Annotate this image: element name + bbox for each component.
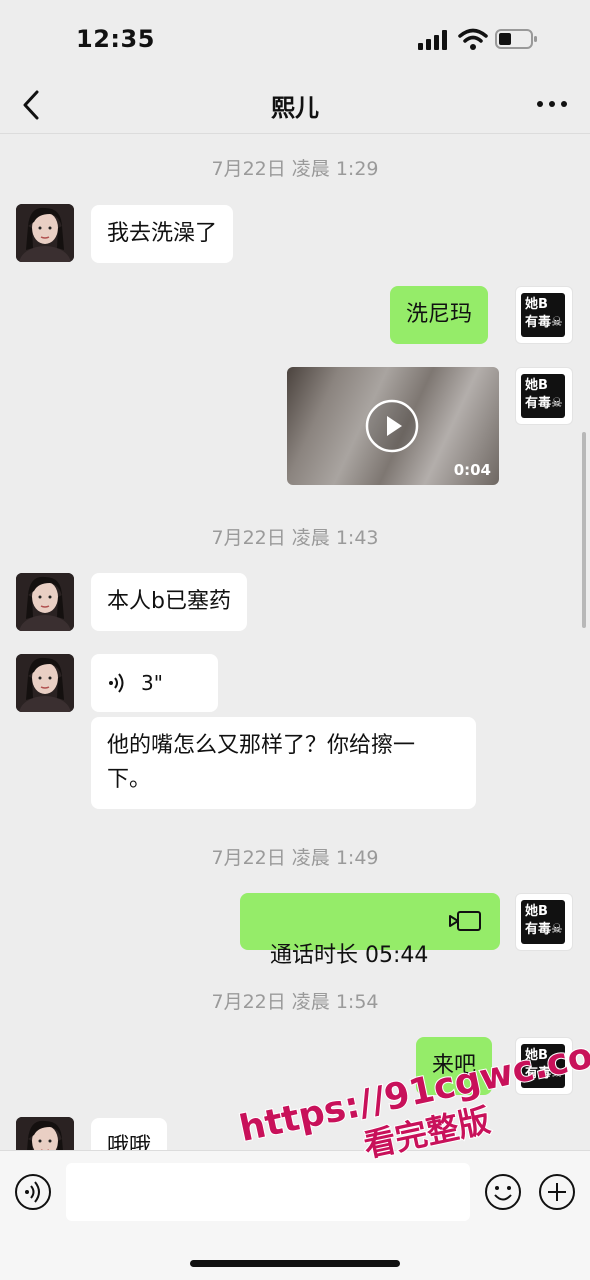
contact-avatar[interactable] <box>16 654 74 712</box>
status-time: 12:35 <box>76 25 155 53</box>
call-record[interactable]: 通话时长 05:44 <box>240 893 500 968</box>
home-indicator <box>190 1260 400 1267</box>
self-avatar[interactable]: 她B 有毒☠ <box>515 893 573 951</box>
self-avatar[interactable]: 她B 有毒☠ <box>515 367 573 425</box>
message-bubble-received[interactable]: 我去洗澡了 <box>91 205 234 263</box>
voice-message[interactable]: 3" <box>91 654 218 712</box>
status-bar: 12:35 <box>0 0 590 76</box>
more-icon[interactable] <box>534 90 570 118</box>
voice-input-icon[interactable] <box>14 1173 52 1211</box>
timestamp: 7月22日 凌晨 1:43 <box>211 527 379 549</box>
chat-header: 熙儿 <box>0 76 590 134</box>
play-icon[interactable] <box>365 399 419 453</box>
timestamp: 7月22日 凌晨 1:29 <box>211 158 379 180</box>
video-call-icon <box>449 911 481 931</box>
call-duration: 通话时长 05:44 <box>270 943 429 968</box>
battery-icon <box>495 29 537 49</box>
self-avatar[interactable]: 她B 有毒☠ <box>515 286 573 344</box>
timestamp: 7月22日 凌晨 1:49 <box>211 847 379 869</box>
timestamp: 7月22日 凌晨 1:54 <box>211 991 379 1013</box>
voice-length: 3" <box>141 671 163 695</box>
message-bubble-received[interactable]: 本人b已塞药 <box>91 573 247 631</box>
message-bubble-received[interactable]: 他的嘴怎么又那样了？你给擦一 下。 <box>91 717 476 809</box>
plus-icon[interactable] <box>538 1173 576 1211</box>
message-bubble-sent[interactable]: 洗尼玛 <box>390 286 489 344</box>
contact-avatar[interactable] <box>16 573 74 631</box>
contact-avatar[interactable] <box>16 204 74 262</box>
chat-title: 熙儿 <box>271 94 319 122</box>
scrollbar[interactable] <box>582 432 586 628</box>
emoji-icon[interactable] <box>484 1173 522 1211</box>
signal-icon <box>418 30 447 50</box>
video-message[interactable]: 0:04 <box>287 367 499 485</box>
voice-wave-icon <box>109 673 124 693</box>
video-duration: 0:04 <box>453 461 491 479</box>
wifi-icon <box>458 28 488 50</box>
